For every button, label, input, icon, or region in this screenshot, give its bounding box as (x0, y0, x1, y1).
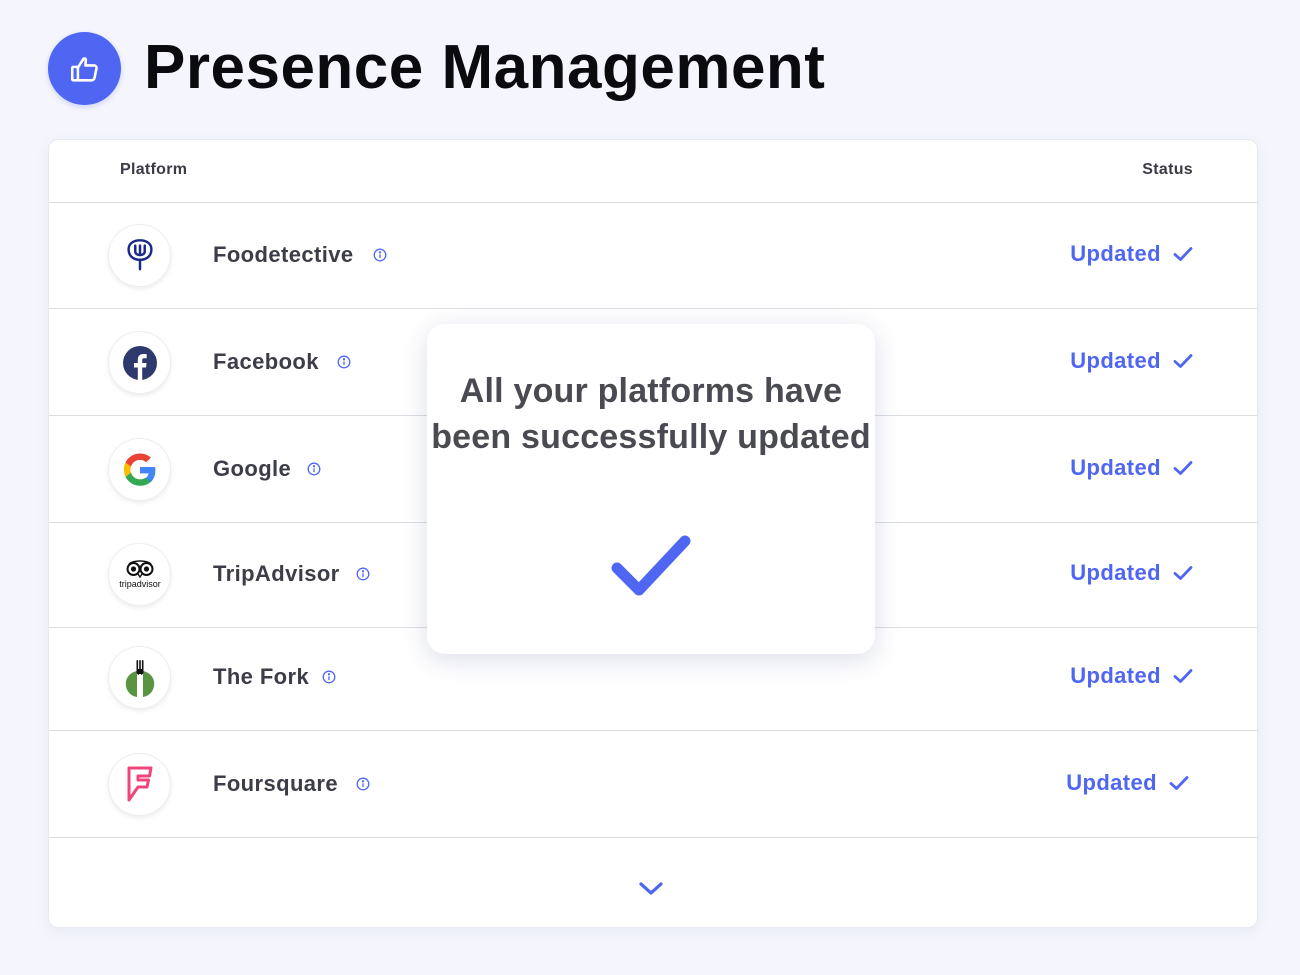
info-icon[interactable] (356, 777, 370, 791)
info-icon[interactable] (307, 462, 321, 476)
success-modal: All your platforms have been successfull… (427, 324, 875, 654)
info-icon[interactable] (322, 670, 336, 684)
platform-logo (108, 224, 171, 287)
info-icon[interactable] (356, 567, 370, 581)
check-icon (1173, 354, 1193, 368)
status-badge: Updated (1066, 769, 1189, 797)
success-message: All your platforms have been successfull… (431, 372, 871, 456)
platform-logo (108, 753, 171, 816)
column-header-status: Status (1142, 161, 1193, 178)
platform-logo: tripadvisor (108, 543, 171, 606)
facebook-logo-icon (122, 345, 157, 380)
column-header-platform: Platform (120, 161, 188, 178)
platform-logo (108, 646, 171, 709)
check-icon (1173, 461, 1193, 475)
status-badge: Updated (1070, 559, 1193, 587)
info-icon[interactable] (373, 248, 387, 262)
check-icon (611, 535, 691, 596)
page-title: Presence Management (144, 33, 826, 102)
svg-text:tripadvisor: tripadvisor (119, 579, 161, 589)
status-label: Updated (1070, 455, 1161, 480)
platform-name: Foursquare (213, 771, 339, 796)
status-label: Updated (1070, 348, 1161, 373)
check-icon (1169, 776, 1189, 790)
status-label: Updated (1066, 770, 1157, 795)
table-header: Platform Status (49, 140, 1257, 203)
platform-logo (108, 331, 171, 394)
header-thumbs-up-badge (48, 32, 121, 105)
foursquare-logo-icon (127, 766, 152, 801)
check-icon (1173, 566, 1193, 580)
expand-list-button[interactable] (636, 874, 666, 904)
table-row: Foodetective Updated (49, 202, 1257, 309)
status-label: Updated (1070, 560, 1161, 585)
thumbs-up-icon (70, 56, 98, 82)
foodetective-logo-icon (126, 238, 153, 271)
platform-name: Foodetective (213, 242, 354, 267)
check-icon (1173, 247, 1193, 261)
status-badge: Updated (1070, 662, 1193, 690)
thefork-logo-icon (125, 659, 154, 697)
tripadvisor-logo-icon: tripadvisor (119, 559, 161, 589)
chevron-down-icon (639, 882, 663, 895)
status-badge: Updated (1070, 347, 1193, 375)
platform-name: Google (213, 456, 292, 481)
table-row: Foursquare Updated (49, 731, 1257, 838)
platform-logo (108, 438, 171, 501)
platform-name: Facebook (213, 349, 319, 374)
google-logo-icon (123, 453, 155, 486)
status-badge: Updated (1070, 454, 1193, 482)
status-label: Updated (1070, 663, 1161, 688)
platform-name: TripAdvisor (213, 561, 340, 586)
info-icon[interactable] (337, 355, 351, 369)
status-badge: Updated (1070, 240, 1193, 268)
platform-name: The Fork (213, 664, 310, 689)
status-label: Updated (1070, 241, 1161, 266)
check-icon (1173, 669, 1193, 683)
